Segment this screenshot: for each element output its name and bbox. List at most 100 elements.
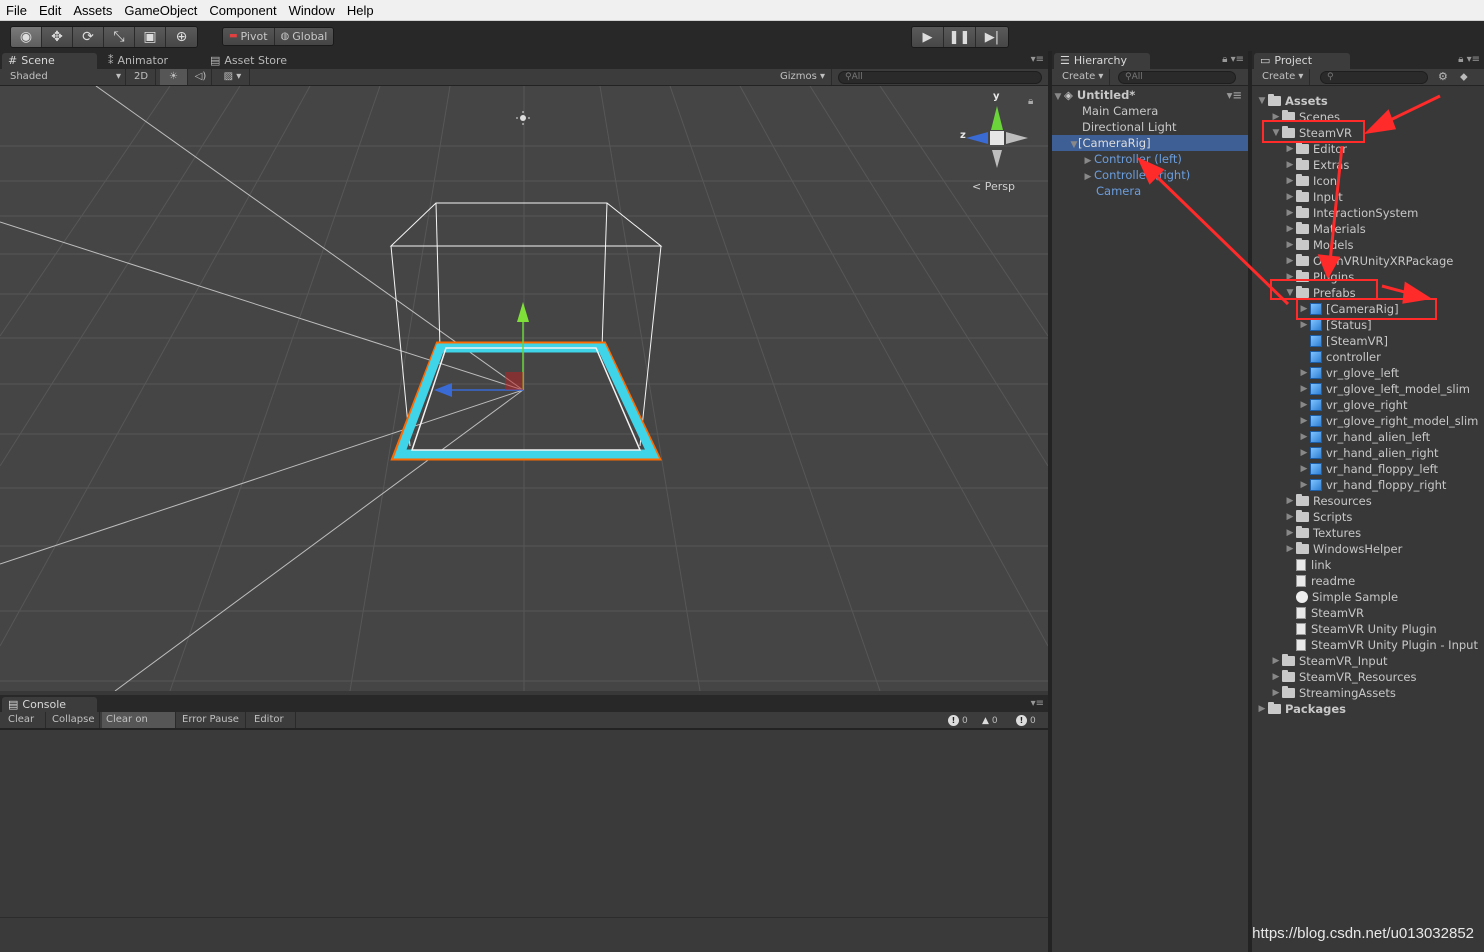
expand-arrow-icon[interactable]: ▶: [1298, 413, 1310, 429]
shading-dropdown[interactable]: Shaded ▾: [6, 69, 126, 85]
menu-component[interactable]: Component: [203, 0, 282, 21]
expand-arrow-icon[interactable]: ▶: [1298, 397, 1310, 413]
effects-toggle-icon[interactable]: ▨ ▾: [216, 69, 250, 85]
project-item-materials[interactable]: ▶ Materials: [1284, 221, 1366, 237]
project-item-vr-glove-left[interactable]: ▶ vr_glove_left: [1298, 365, 1400, 381]
warning-counter[interactable]: ▲ 0: [982, 714, 998, 727]
move-tool-icon[interactable]: ✥: [42, 27, 73, 47]
rotate-tool-icon[interactable]: ⟳: [73, 27, 104, 47]
project-item-editor[interactable]: ▶ Editor: [1284, 141, 1347, 157]
expand-arrow-icon[interactable]: ▶: [1284, 141, 1296, 157]
expand-arrow-icon[interactable]: ▶: [1284, 173, 1296, 189]
project-item-models[interactable]: ▶ Models: [1284, 237, 1354, 253]
project-item-link[interactable]: link: [1284, 557, 1331, 573]
expand-arrow-icon[interactable]: ▶: [1284, 157, 1296, 173]
console-clear-on-play-button[interactable]: Clear on Play: [102, 712, 176, 741]
project-item-steamvr-unity-plugin[interactable]: SteamVR Unity Plugin: [1284, 621, 1437, 637]
tab-asset-store[interactable]: ▤ Asset Store: [204, 53, 295, 69]
expand-arrow-icon[interactable]: ▶: [1284, 221, 1296, 237]
expand-arrow-icon[interactable]: ▶: [1270, 685, 1282, 701]
toggle-2d-button[interactable]: 2D: [130, 69, 156, 85]
project-item-extras[interactable]: ▶ Extras: [1284, 157, 1349, 173]
hierarchy-create-dropdown[interactable]: Create ▾: [1058, 69, 1110, 85]
expand-arrow-icon[interactable]: ▶: [1284, 541, 1296, 557]
expand-arrow-icon[interactable]: ▶: [1298, 381, 1310, 397]
menu-edit[interactable]: Edit: [33, 0, 67, 21]
expand-arrow-icon[interactable]: ▶: [1284, 189, 1296, 205]
project-item-steamvr-input[interactable]: ▶ SteamVR_Input: [1270, 653, 1388, 669]
project-item-interactionsystem[interactable]: ▶ InteractionSystem: [1284, 205, 1418, 221]
error-count-toggle[interactable]: ! 0: [1016, 714, 1036, 727]
project-create-dropdown[interactable]: Create ▾: [1258, 69, 1310, 85]
global-button[interactable]: ◍ Global: [274, 28, 334, 45]
project-item-assets[interactable]: ▼ Assets: [1256, 93, 1328, 109]
tab-scene[interactable]: # Scene: [2, 53, 97, 69]
console-panel-menu-icon[interactable]: ▾≡: [1031, 698, 1044, 709]
scene-menu-icon[interactable]: ▾≡: [1227, 87, 1242, 103]
project-item-icon[interactable]: ▶ Icon: [1284, 173, 1337, 189]
view-tool-eye-icon[interactable]: ◉: [11, 27, 42, 47]
project-item-steamvr-prefab[interactable]: [SteamVR]: [1298, 333, 1388, 349]
panel-menu-icon[interactable]: ▾≡: [1031, 54, 1044, 65]
step-icon[interactable]: ▶|: [976, 27, 1008, 47]
expand-arrow-icon[interactable]: ▶: [1284, 509, 1296, 525]
tab-project[interactable]: ▭ Project: [1254, 53, 1350, 69]
expand-arrow-icon[interactable]: ▶: [1298, 477, 1310, 493]
lock-icon[interactable]: 🔒︎: [1028, 96, 1033, 107]
expand-arrow-icon[interactable]: ▼: [1256, 93, 1268, 109]
expand-arrow-icon[interactable]: ▶: [1298, 461, 1310, 477]
rect-tool-icon[interactable]: ▣: [135, 27, 166, 47]
scale-tool-icon[interactable]: ⤡: [104, 27, 135, 47]
project-item-openvrunityxrpackage[interactable]: ▶ OpenVRUnityXRPackage: [1284, 253, 1453, 269]
audio-toggle-icon[interactable]: ◁): [190, 69, 212, 85]
pivot-button[interactable]: ▬ Pivot: [223, 28, 275, 45]
expand-arrow-icon[interactable]: ▶: [1284, 205, 1296, 221]
console-log-area[interactable]: [0, 729, 1048, 952]
project-item-steamvr-resources[interactable]: ▶ SteamVR_Resources: [1270, 669, 1416, 685]
play-icon[interactable]: ▶: [912, 27, 944, 47]
project-item-textures[interactable]: ▶ Textures: [1284, 525, 1361, 541]
project-item-vr-hand-alien-right[interactable]: ▶ vr_hand_alien_right: [1298, 445, 1439, 461]
orientation-gizmo[interactable]: [966, 106, 1028, 168]
project-item-streamingassets[interactable]: ▶ StreamingAssets: [1270, 685, 1396, 701]
project-item-vr-hand-floppy-right[interactable]: ▶ vr_hand_floppy_right: [1298, 477, 1447, 493]
project-item-input[interactable]: ▶ Input: [1284, 189, 1343, 205]
menu-help[interactable]: Help: [341, 0, 380, 21]
hierarchy-panel-menu-icon[interactable]: 🔒︎ ▾≡: [1222, 54, 1244, 65]
project-item-vr-glove-right[interactable]: ▶ vr_glove_right: [1298, 397, 1408, 413]
project-item-controller-prefab[interactable]: controller: [1298, 349, 1381, 365]
hierarchy-item-main-camera[interactable]: Main Camera: [1052, 103, 1248, 119]
pause-icon[interactable]: ❚❚: [944, 27, 976, 47]
filter-by-type-icon[interactable]: ⚙: [1438, 70, 1448, 83]
tab-hierarchy[interactable]: ☰ Hierarchy: [1054, 53, 1150, 69]
project-item-windowshelper[interactable]: ▶ WindowsHelper: [1284, 541, 1402, 557]
project-item-simple-sample[interactable]: Simple Sample: [1284, 589, 1398, 605]
lighting-toggle-icon[interactable]: ☀: [160, 69, 188, 85]
expand-arrow-icon[interactable]: ▶: [1284, 493, 1296, 509]
console-collapse-button[interactable]: Collapse: [48, 712, 100, 728]
expand-arrow-icon[interactable]: ▶: [1298, 445, 1310, 461]
expand-arrow-icon[interactable]: ▶: [1298, 429, 1310, 445]
hierarchy-item-camera-rig[interactable]: ▼[CameraRig]: [1052, 135, 1248, 151]
expand-arrow-icon[interactable]: ▶: [1298, 365, 1310, 381]
scene-search-input[interactable]: ⚲All: [838, 71, 1042, 84]
project-item-steamvr-file[interactable]: SteamVR: [1284, 605, 1364, 621]
tab-animator[interactable]: ⁑ Animator: [102, 53, 176, 69]
project-item-packages[interactable]: ▶ Packages: [1256, 701, 1346, 717]
project-panel-menu-icon[interactable]: 🔒︎ ▾≡: [1458, 54, 1480, 65]
hierarchy-item-camera[interactable]: Camera: [1052, 183, 1248, 199]
project-search-input[interactable]: ⚲: [1320, 71, 1428, 84]
gizmos-dropdown[interactable]: Gizmos ▾: [776, 69, 832, 85]
menu-file[interactable]: File: [0, 0, 33, 21]
menu-assets[interactable]: Assets: [67, 0, 118, 21]
expand-arrow-icon[interactable]: ▶: [1256, 701, 1268, 717]
filter-by-label-icon[interactable]: ⬥: [1460, 70, 1468, 84]
project-item-vr-glove-left-model-slim[interactable]: ▶ vr_glove_left_model_slim: [1298, 381, 1470, 397]
project-item-resources[interactable]: ▶ Resources: [1284, 493, 1372, 509]
project-item-scripts[interactable]: ▶ Scripts: [1284, 509, 1352, 525]
expand-arrow-icon[interactable]: ▶: [1284, 237, 1296, 253]
scene-viewport[interactable]: y z 🔒︎ < Persp: [0, 86, 1048, 691]
console-error-pause-button[interactable]: Error Pause: [178, 712, 246, 728]
hierarchy-item-controller-left[interactable]: ▶ Controller (left): [1052, 151, 1248, 167]
tab-console[interactable]: ▤ Console: [2, 697, 97, 713]
